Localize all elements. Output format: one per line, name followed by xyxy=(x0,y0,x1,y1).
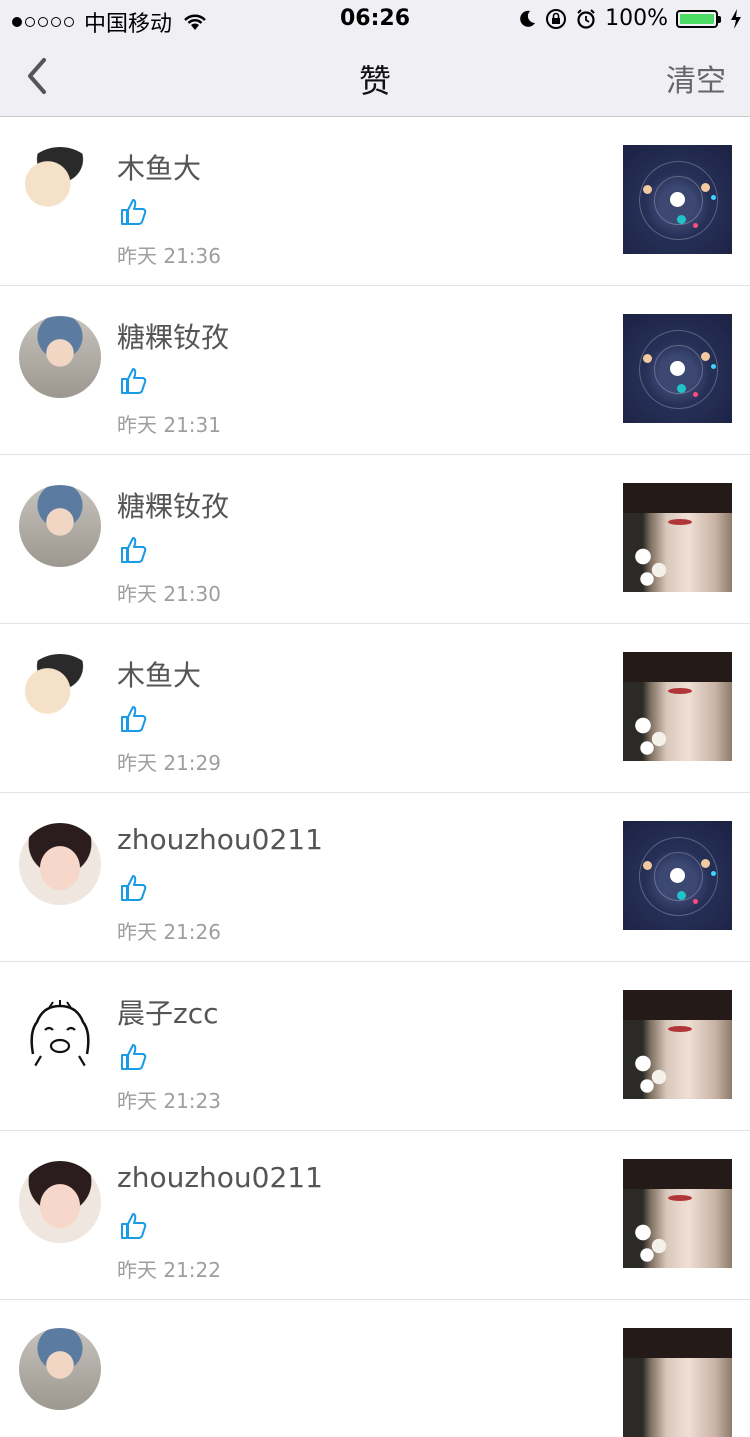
post-thumbnail[interactable] xyxy=(623,990,732,1099)
user-name: 糖粿钕孜 xyxy=(117,321,230,354)
navigation-bar: 赞 清空 xyxy=(0,40,750,117)
timestamp: 昨天 21:26 xyxy=(117,920,221,944)
avatar[interactable] xyxy=(19,1328,101,1410)
thumbs-up-icon xyxy=(121,368,147,394)
list-item-partial[interactable] xyxy=(0,1299,750,1437)
user-name: zhouzhou0211 xyxy=(117,823,323,856)
avatar[interactable] xyxy=(19,654,101,736)
avatar[interactable] xyxy=(19,485,101,567)
post-thumbnail[interactable] xyxy=(623,652,732,761)
post-thumbnail[interactable] xyxy=(623,483,732,592)
post-thumbnail[interactable] xyxy=(623,145,732,254)
status-bar: 中国移动 06:26 100% xyxy=(0,0,750,40)
battery-icon xyxy=(676,9,721,28)
likes-list: 木鱼大 昨天 21:36 糖粿钕孜 昨天 21:31 糖粿钕孜 昨天 21:30… xyxy=(0,117,750,1437)
list-item[interactable]: zhouzhou0211 昨天 21:26 xyxy=(0,792,750,961)
thumbs-up-icon xyxy=(121,706,147,732)
timestamp: 昨天 21:36 xyxy=(117,244,221,268)
battery-percent: 100% xyxy=(605,6,668,31)
status-right: 100% xyxy=(517,6,742,31)
post-thumbnail[interactable] xyxy=(623,314,732,423)
avatar[interactable] xyxy=(19,316,101,398)
cartoon-face-icon xyxy=(30,1000,90,1067)
user-name: 糖粿钕孜 xyxy=(117,490,230,523)
timestamp: 昨天 21:23 xyxy=(117,1089,221,1113)
timestamp: 昨天 21:31 xyxy=(117,413,221,437)
page-title: 赞 xyxy=(358,62,391,100)
post-thumbnail[interactable] xyxy=(623,1328,732,1437)
list-item[interactable]: 晨子zcc 昨天 21:23 xyxy=(0,961,750,1130)
alarm-icon xyxy=(577,8,595,29)
list-item[interactable]: zhouzhou0211 昨天 21:22 xyxy=(0,1130,750,1299)
thumbs-up-icon xyxy=(121,537,147,563)
user-name: zhouzhou0211 xyxy=(117,1161,323,1194)
moon-icon xyxy=(520,10,536,27)
user-name: 木鱼大 xyxy=(117,659,202,692)
thumbs-up-icon xyxy=(121,1044,147,1070)
user-name: 木鱼大 xyxy=(117,152,202,185)
thumbs-up-icon xyxy=(121,1213,147,1239)
rotation-lock-icon xyxy=(546,8,567,29)
charging-bolt-icon xyxy=(731,8,741,29)
avatar[interactable] xyxy=(19,992,101,1074)
thumbs-up-icon xyxy=(121,199,147,225)
list-item[interactable]: 糖粿钕孜 昨天 21:31 xyxy=(0,285,750,454)
list-item[interactable]: 木鱼大 昨天 21:36 xyxy=(0,117,750,285)
avatar[interactable] xyxy=(19,1161,101,1243)
clear-button[interactable]: 清空 xyxy=(666,56,726,100)
avatar[interactable] xyxy=(19,823,101,905)
post-thumbnail[interactable] xyxy=(623,1159,732,1268)
user-name: 晨子zcc xyxy=(117,997,219,1030)
thumbs-up-icon xyxy=(121,875,147,901)
timestamp: 昨天 21:22 xyxy=(117,1258,221,1282)
post-thumbnail[interactable] xyxy=(623,821,732,930)
list-item[interactable]: 木鱼大 昨天 21:29 xyxy=(0,623,750,792)
timestamp: 昨天 21:30 xyxy=(117,582,221,606)
timestamp: 昨天 21:29 xyxy=(117,751,221,775)
avatar[interactable] xyxy=(19,147,101,229)
list-item[interactable]: 糖粿钕孜 昨天 21:30 xyxy=(0,454,750,623)
